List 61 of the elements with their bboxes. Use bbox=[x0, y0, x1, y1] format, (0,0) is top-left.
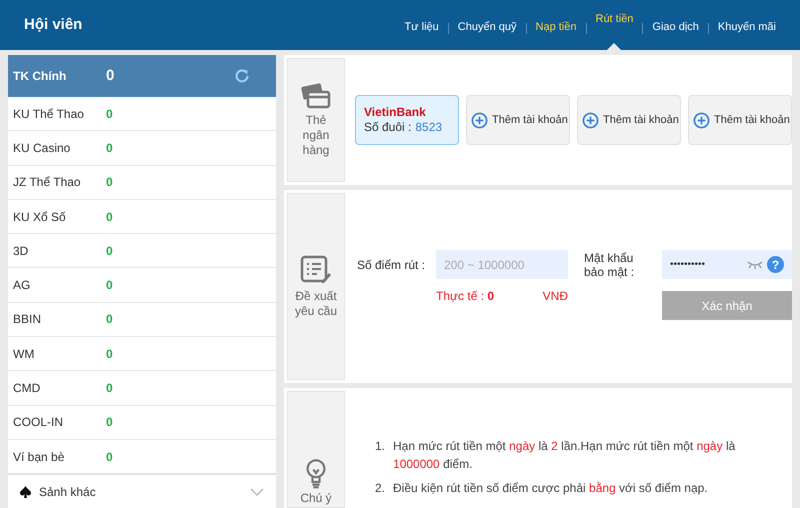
password-field[interactable]: •••••••••• ? bbox=[662, 250, 792, 279]
nav-tab[interactable]: Tư liệu bbox=[404, 20, 439, 50]
plus-circle-icon bbox=[693, 112, 710, 128]
other-lobbies-dropdown[interactable]: Sảnh khác bbox=[8, 474, 276, 508]
closed-eye-icon[interactable] bbox=[747, 260, 763, 269]
note-number: 2. bbox=[375, 480, 386, 497]
wallet-balance: 0 bbox=[106, 106, 113, 123]
wallet-name: 3D bbox=[13, 242, 30, 260]
section-label: Đề xuất yêu cầu bbox=[294, 288, 338, 318]
bank-cards-icon bbox=[301, 82, 331, 108]
amount-input[interactable]: 200 ~ 1000000 bbox=[436, 250, 568, 279]
password-label: Mật khẩu bảo mật : bbox=[584, 250, 636, 278]
wallet-name: AG bbox=[13, 277, 32, 294]
note-text: Hạn mức rút tiền một ngày là 2 lần.Hạn mức rút tiền một ngày là 1000000 điểm. bbox=[393, 438, 736, 473]
wallet-balance: 0 bbox=[106, 242, 113, 260]
section-label: Chú ý bbox=[300, 490, 332, 507]
add-account-button[interactable]: Thêm tài khoản bbox=[577, 95, 681, 145]
note-text: Điều kiện rút tiền số điểm cược phải bằng với số điểm nạp. bbox=[393, 480, 708, 497]
page-title: Hội viên bbox=[24, 14, 82, 35]
wallet-name: COOL-IN bbox=[13, 414, 64, 432]
wallet-balance: 0 bbox=[106, 140, 113, 157]
wallet-balance: 0 bbox=[106, 208, 113, 226]
wallet-name: Ví bạn bè bbox=[13, 448, 66, 466]
wallet-name: JZ Thể Thao bbox=[13, 174, 82, 192]
plus-circle-icon bbox=[471, 112, 488, 128]
bank-card[interactable]: VietinBank Số đuôi : 8523 bbox=[355, 95, 459, 145]
card-number: 8523 bbox=[415, 119, 442, 135]
form-edit-icon bbox=[300, 254, 332, 284]
note-number: 1. bbox=[375, 438, 386, 455]
wallet-balance: 0 bbox=[106, 174, 113, 192]
account-balance: 0 bbox=[106, 66, 116, 86]
nav-tab[interactable]: Khuyến mãi bbox=[718, 20, 776, 50]
currency-text: VNĐ bbox=[542, 288, 568, 305]
plus-circle-icon bbox=[582, 112, 599, 128]
wallet-balance: 0 bbox=[106, 311, 113, 328]
wallet-name: WM bbox=[13, 346, 36, 363]
refresh-icon[interactable] bbox=[233, 67, 251, 85]
wallet-balance: 0 bbox=[106, 448, 113, 466]
wallet-name: BBIN bbox=[13, 311, 42, 328]
actual-amount-text: Thực tế : 0 bbox=[436, 288, 494, 305]
lightbulb-icon bbox=[304, 459, 328, 489]
wallet-name: CMD bbox=[13, 380, 42, 398]
add-account-button[interactable]: Thêm tài khoản bbox=[688, 95, 792, 145]
spade-icon bbox=[20, 486, 31, 498]
account-label: TK Chính bbox=[13, 68, 68, 85]
wallet-balance: 0 bbox=[106, 380, 113, 398]
nav-tab[interactable]: Chuyển quỹ bbox=[458, 20, 517, 50]
bank-logo: VietinBank bbox=[364, 105, 427, 119]
section-label: Thẻ ngân hàng bbox=[302, 112, 330, 158]
wallet-name: KU Thể Thao bbox=[13, 106, 85, 123]
wallet-balance: 0 bbox=[106, 277, 113, 294]
amount-label: Số điểm rút : bbox=[357, 256, 424, 274]
nav-tab[interactable]: Giao dịch bbox=[652, 20, 699, 50]
nav-tab[interactable]: Nạp tiền bbox=[536, 20, 576, 50]
wallet-name: KU Xổ Số bbox=[13, 208, 67, 226]
wallet-name: KU Casino bbox=[13, 140, 72, 157]
wallet-balance: 0 bbox=[106, 346, 113, 363]
wallet-balance: 0 bbox=[106, 414, 113, 432]
chevron-icon bbox=[250, 488, 264, 496]
add-account-button[interactable]: Thêm tài khoản bbox=[466, 95, 570, 145]
card-caption: Số đuôi : bbox=[364, 119, 412, 135]
